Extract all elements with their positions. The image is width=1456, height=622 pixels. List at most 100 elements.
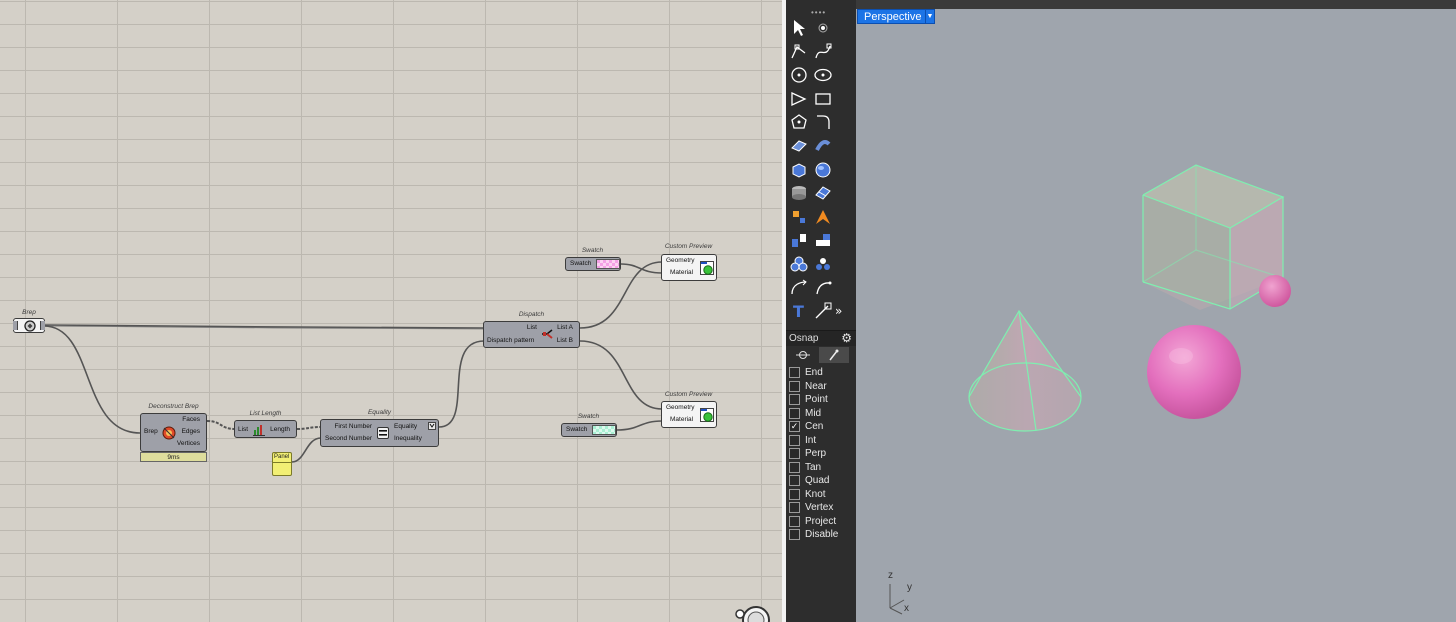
osnap-checkbox[interactable] [789,367,800,378]
osnap-checkbox[interactable] [789,502,800,513]
output-faces[interactable]: Faces [182,416,200,423]
wire-panel-secondnumber [291,437,322,463]
list-length-component[interactable]: List Length [234,420,297,438]
solid-union-icon[interactable] [789,254,809,274]
tab-smarttrack-icon[interactable] [819,347,849,363]
axis-z-label: z [888,570,893,581]
revolve-icon[interactable] [813,136,833,156]
osnap-checkbox-checked[interactable]: ✓ [789,421,800,432]
osnap-checkbox[interactable] [789,488,800,500]
dispatch-component[interactable]: List Dispatch pattern List A List B [483,321,580,348]
custom-preview-top[interactable]: Geometry Material [661,254,717,281]
osnap-item[interactable]: Project [789,515,836,528]
osnap-item[interactable]: Quad [789,474,829,487]
osnap-item[interactable]: End [789,366,823,379]
brep-param[interactable] [13,318,45,333]
deconstruct-icon [161,425,177,441]
input-geometry[interactable]: Geometry [666,404,695,411]
cylinder-icon[interactable] [789,183,809,203]
osnap-item[interactable]: Perp [789,447,826,460]
osnap-item[interactable]: Int [789,434,816,447]
transform-icon[interactable] [813,301,833,321]
swatch-top-component[interactable]: Swatch [565,257,621,271]
wire-faces-listlength [206,420,236,430]
arc-icon[interactable] [789,112,809,132]
sphere-icon[interactable] [813,160,833,180]
wire-swatch-material-bottom [616,420,663,431]
osnap-checkbox[interactable] [789,448,800,459]
output-list-b[interactable]: List B [557,337,573,344]
osnap-checkbox[interactable] [789,461,800,473]
svg-text:»: » [835,304,842,318]
more-icon[interactable]: » [832,301,852,321]
swatch-top-label: Swatch [570,260,592,267]
grasshopper-canvas[interactable]: Brep Deconstruct Brep Brep Faces Edges V… [0,0,782,622]
output-equality[interactable]: Equality [394,423,417,430]
osnap-checkbox[interactable] [789,475,800,486]
canvas-navigation-widget[interactable] [732,604,776,622]
gear-icon[interactable]: ⚙ [841,331,852,345]
osnap-checkbox[interactable] [789,407,800,419]
polygon-icon[interactable] [789,89,809,109]
equality-title: Equality [367,409,392,416]
circle-icon[interactable] [789,65,809,85]
swatch-top-color[interactable] [596,259,620,269]
input-second-number[interactable]: Second Number [325,435,372,442]
osnap-item[interactable]: Disable [789,528,838,541]
explode-icon[interactable] [789,207,809,227]
polyline-icon[interactable] [789,42,809,62]
osnap-item[interactable]: ✓ Cen [789,420,823,433]
input-list[interactable]: List [238,426,248,433]
osnap-checkbox[interactable] [789,515,800,527]
osnap-checkbox[interactable] [789,394,800,405]
arc-tool-icon[interactable] [813,278,833,298]
wire-length-firstnumber [296,426,322,430]
input-brep[interactable]: Brep [144,428,158,435]
boolean-icon[interactable] [813,207,833,227]
curve-icon[interactable] [813,42,833,62]
output-inequality[interactable]: Inequality [394,435,422,442]
output-edges[interactable]: Edges [182,428,200,435]
input-dispatch-pattern[interactable]: Dispatch pattern [487,337,534,344]
deconstruct-brep-component[interactable]: Brep Faces Edges Vertices [140,413,207,452]
group-icon[interactable] [813,254,833,274]
osnap-item[interactable]: Knot [789,488,826,501]
curve-tool-icon[interactable] [789,278,809,298]
input-material[interactable]: Material [670,269,693,276]
text-icon[interactable]: T [789,301,809,321]
osnap-item[interactable]: Mid [789,407,821,420]
ellipse-icon[interactable] [813,65,833,85]
osnap-item[interactable]: Point [789,393,828,406]
input-first-number[interactable]: First Number [334,423,372,430]
osnap-checkbox[interactable] [789,529,800,540]
swatch-bottom-component[interactable]: Swatch [561,423,617,437]
fillet-icon[interactable] [813,112,833,132]
offset-icon[interactable] [813,230,833,250]
output-vertices[interactable]: Vertices [177,440,200,447]
osnap-item[interactable]: Near [789,380,827,393]
rhino-viewport[interactable]: Perspective ▼ z y x [856,0,1456,622]
tab-osnap-icon[interactable] [788,347,818,363]
osnap-checkbox[interactable] [789,380,800,392]
cone-object [968,309,1082,432]
surface-icon[interactable] [789,136,809,156]
swatch-bottom-color[interactable] [592,425,616,435]
rectangle-icon[interactable] [813,89,833,109]
output-length[interactable]: Length [270,426,290,433]
point-icon[interactable] [813,18,833,38]
box-icon[interactable] [789,160,809,180]
input-list[interactable]: List [527,324,537,331]
osnap-checkbox[interactable] [789,434,800,446]
osnap-item[interactable]: Vertex [789,501,833,514]
input-material[interactable]: Material [670,416,693,423]
osnap-item[interactable]: Tan [789,461,821,474]
select-arrow-icon[interactable] [789,18,809,38]
input-geometry[interactable]: Geometry [666,257,695,264]
extrude-icon[interactable] [789,230,809,250]
toolbar-grip-icon[interactable]: •••• [811,8,826,17]
mesh-icon[interactable] [813,183,833,203]
output-list-a[interactable]: List A [557,324,573,331]
panel-component[interactable]: Panel [272,452,292,476]
custom-preview-bottom[interactable]: Geometry Material [661,401,717,428]
equality-component[interactable]: First Number Second Number Equality Ineq… [320,419,439,447]
